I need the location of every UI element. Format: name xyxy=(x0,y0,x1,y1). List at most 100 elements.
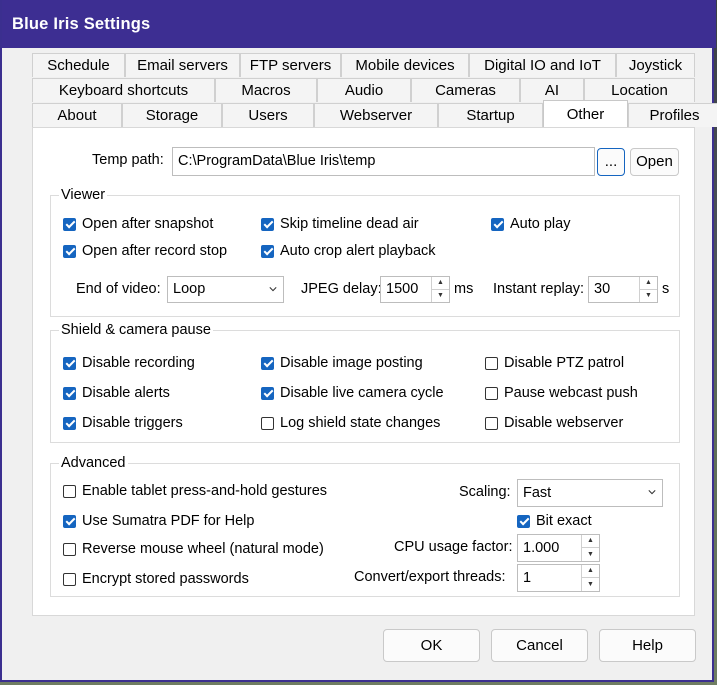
auto-play-label: Auto play xyxy=(510,216,571,232)
cpu-usage-factor-label: CPU usage factor: xyxy=(394,539,513,555)
cpu-usage-factor-value: 1.000 xyxy=(523,540,560,556)
spin-down-icon[interactable]: ▼ xyxy=(582,548,599,561)
disable-ptz-patrol-label: Disable PTZ patrol xyxy=(504,355,625,371)
bit-exact-checkbox[interactable]: Bit exact xyxy=(517,513,592,529)
disable-image-posting-checkbox[interactable]: Disable image posting xyxy=(261,355,423,371)
checkbox-checked-icon xyxy=(261,356,274,370)
tab-mobile-devices[interactable]: Mobile devices xyxy=(341,53,469,77)
disable-alerts-checkbox[interactable]: Disable alerts xyxy=(63,385,170,401)
convert-threads-value: 1 xyxy=(523,570,532,586)
tab-users[interactable]: Users xyxy=(222,103,314,127)
disable-triggers-label: Disable triggers xyxy=(82,415,183,431)
help-button[interactable]: Help xyxy=(599,629,696,662)
tab-startup[interactable]: Startup xyxy=(438,103,543,127)
disable-recording-checkbox[interactable]: Disable recording xyxy=(63,355,195,371)
checkbox-unchecked-icon xyxy=(485,356,498,370)
tab-location[interactable]: Location xyxy=(584,78,695,102)
tab-schedule[interactable]: Schedule xyxy=(32,53,125,77)
shield-group-title: Shield & camera pause xyxy=(59,321,213,339)
spin-down-icon[interactable]: ▼ xyxy=(432,290,449,303)
spin-down-icon[interactable]: ▼ xyxy=(582,578,599,591)
checkbox-checked-icon xyxy=(261,386,274,400)
jpeg-delay-unit: ms xyxy=(454,281,474,297)
scaling-select[interactable]: Fast xyxy=(517,479,663,507)
checkbox-unchecked-icon xyxy=(63,484,76,498)
title-bar[interactable]: Blue Iris Settings xyxy=(2,0,716,48)
chevron-down-icon xyxy=(648,490,656,495)
tab-cameras[interactable]: Cameras xyxy=(411,78,520,102)
checkbox-checked-icon xyxy=(491,217,504,231)
checkbox-checked-icon xyxy=(63,416,76,430)
tab-digital-io-iot[interactable]: Digital IO and IoT xyxy=(469,53,616,77)
sumatra-pdf-checkbox[interactable]: Use Sumatra PDF for Help xyxy=(63,513,254,529)
open-after-snapshot-label: Open after snapshot xyxy=(82,216,214,232)
tab-keyboard-shortcuts[interactable]: Keyboard shortcuts xyxy=(32,78,215,102)
window-title: Blue Iris Settings xyxy=(12,15,151,33)
instant-replay-spin-buttons[interactable]: ▲ ▼ xyxy=(639,277,657,302)
disable-webserver-checkbox[interactable]: Disable webserver xyxy=(485,415,623,431)
disable-image-posting-label: Disable image posting xyxy=(280,355,423,371)
viewer-group-title: Viewer xyxy=(59,186,108,204)
skip-timeline-dead-air-label: Skip timeline dead air xyxy=(280,216,419,232)
spin-down-icon[interactable]: ▼ xyxy=(640,290,657,303)
disable-recording-label: Disable recording xyxy=(82,355,195,371)
disable-live-camera-cycle-checkbox[interactable]: Disable live camera cycle xyxy=(261,385,444,401)
tab-profiles[interactable]: Profiles xyxy=(628,103,717,127)
tab-audio[interactable]: Audio xyxy=(317,78,411,102)
tablet-press-hold-checkbox[interactable]: Enable tablet press-and-hold gestures xyxy=(63,483,327,499)
reverse-mouse-wheel-checkbox[interactable]: Reverse mouse wheel (natural mode) xyxy=(63,541,324,557)
disable-ptz-patrol-checkbox[interactable]: Disable PTZ patrol xyxy=(485,355,624,371)
tab-macros[interactable]: Macros xyxy=(215,78,317,102)
tab-ai[interactable]: AI xyxy=(520,78,584,102)
instant-replay-label: Instant replay: xyxy=(493,281,585,297)
checkbox-checked-icon xyxy=(63,356,76,370)
pause-webcast-push-checkbox[interactable]: Pause webcast push xyxy=(485,385,638,401)
ok-button[interactable]: OK xyxy=(383,629,480,662)
open-folder-button[interactable]: Open xyxy=(630,148,679,176)
jpeg-delay-spinner[interactable]: 1500 ▲ ▼ xyxy=(380,276,450,303)
convert-threads-label: Convert/export threads: xyxy=(354,569,506,585)
tab-about[interactable]: About xyxy=(32,103,122,127)
end-of-video-select[interactable]: Loop xyxy=(167,276,284,303)
advanced-group: Advanced Enable tablet press-and-hold ge… xyxy=(50,454,680,597)
cpu-usage-factor-spinner[interactable]: 1.000 ▲ ▼ xyxy=(517,534,600,562)
skip-timeline-dead-air-checkbox[interactable]: Skip timeline dead air xyxy=(261,216,419,232)
convert-threads-spin-buttons[interactable]: ▲ ▼ xyxy=(581,565,599,591)
settings-dialog: Blue Iris Settings Schedule Email server… xyxy=(0,0,717,682)
tab-joystick[interactable]: Joystick xyxy=(616,53,695,77)
auto-play-checkbox[interactable]: Auto play xyxy=(491,216,570,232)
browse-button[interactable]: ... xyxy=(597,148,625,176)
auto-crop-alert-playback-checkbox[interactable]: Auto crop alert playback xyxy=(261,243,436,259)
jpeg-delay-spin-buttons[interactable]: ▲ ▼ xyxy=(431,277,449,302)
tab-email-servers[interactable]: Email servers xyxy=(125,53,240,77)
open-after-record-stop-checkbox[interactable]: Open after record stop xyxy=(63,243,227,259)
checkbox-unchecked-icon xyxy=(485,386,498,400)
tab-storage[interactable]: Storage xyxy=(122,103,222,127)
cpu-usage-spin-buttons[interactable]: ▲ ▼ xyxy=(581,535,599,561)
convert-threads-spinner[interactable]: 1 ▲ ▼ xyxy=(517,564,600,592)
log-shield-state-changes-checkbox[interactable]: Log shield state changes xyxy=(261,415,440,431)
encrypt-passwords-checkbox[interactable]: Encrypt stored passwords xyxy=(63,571,249,587)
scaling-value: Fast xyxy=(523,485,552,501)
checkbox-checked-icon xyxy=(261,244,274,258)
tab-ftp-servers[interactable]: FTP servers xyxy=(240,53,341,77)
disable-triggers-checkbox[interactable]: Disable triggers xyxy=(63,415,183,431)
checkbox-unchecked-icon xyxy=(63,572,76,586)
tab-webserver[interactable]: Webserver xyxy=(314,103,438,127)
end-of-video-label: End of video: xyxy=(76,281,161,297)
scaling-label: Scaling: xyxy=(459,484,511,500)
jpeg-delay-label: JPEG delay: xyxy=(301,281,382,297)
tab-row-3: About Storage Users Webserver Startup Ot… xyxy=(32,100,717,128)
advanced-group-title: Advanced xyxy=(59,454,128,472)
instant-replay-unit: s xyxy=(662,281,670,297)
encrypt-passwords-label: Encrypt stored passwords xyxy=(82,571,249,587)
bit-exact-label: Bit exact xyxy=(536,513,592,529)
pause-webcast-push-label: Pause webcast push xyxy=(504,385,638,401)
open-after-snapshot-checkbox[interactable]: Open after snapshot xyxy=(63,216,213,232)
temp-path-input[interactable]: C:\ProgramData\Blue Iris\temp xyxy=(172,147,595,176)
tab-other[interactable]: Other xyxy=(543,100,628,128)
cancel-button[interactable]: Cancel xyxy=(491,629,588,662)
checkbox-checked-icon xyxy=(63,514,76,528)
jpeg-delay-value: 1500 xyxy=(386,281,419,297)
instant-replay-spinner[interactable]: 30 ▲ ▼ xyxy=(588,276,658,303)
